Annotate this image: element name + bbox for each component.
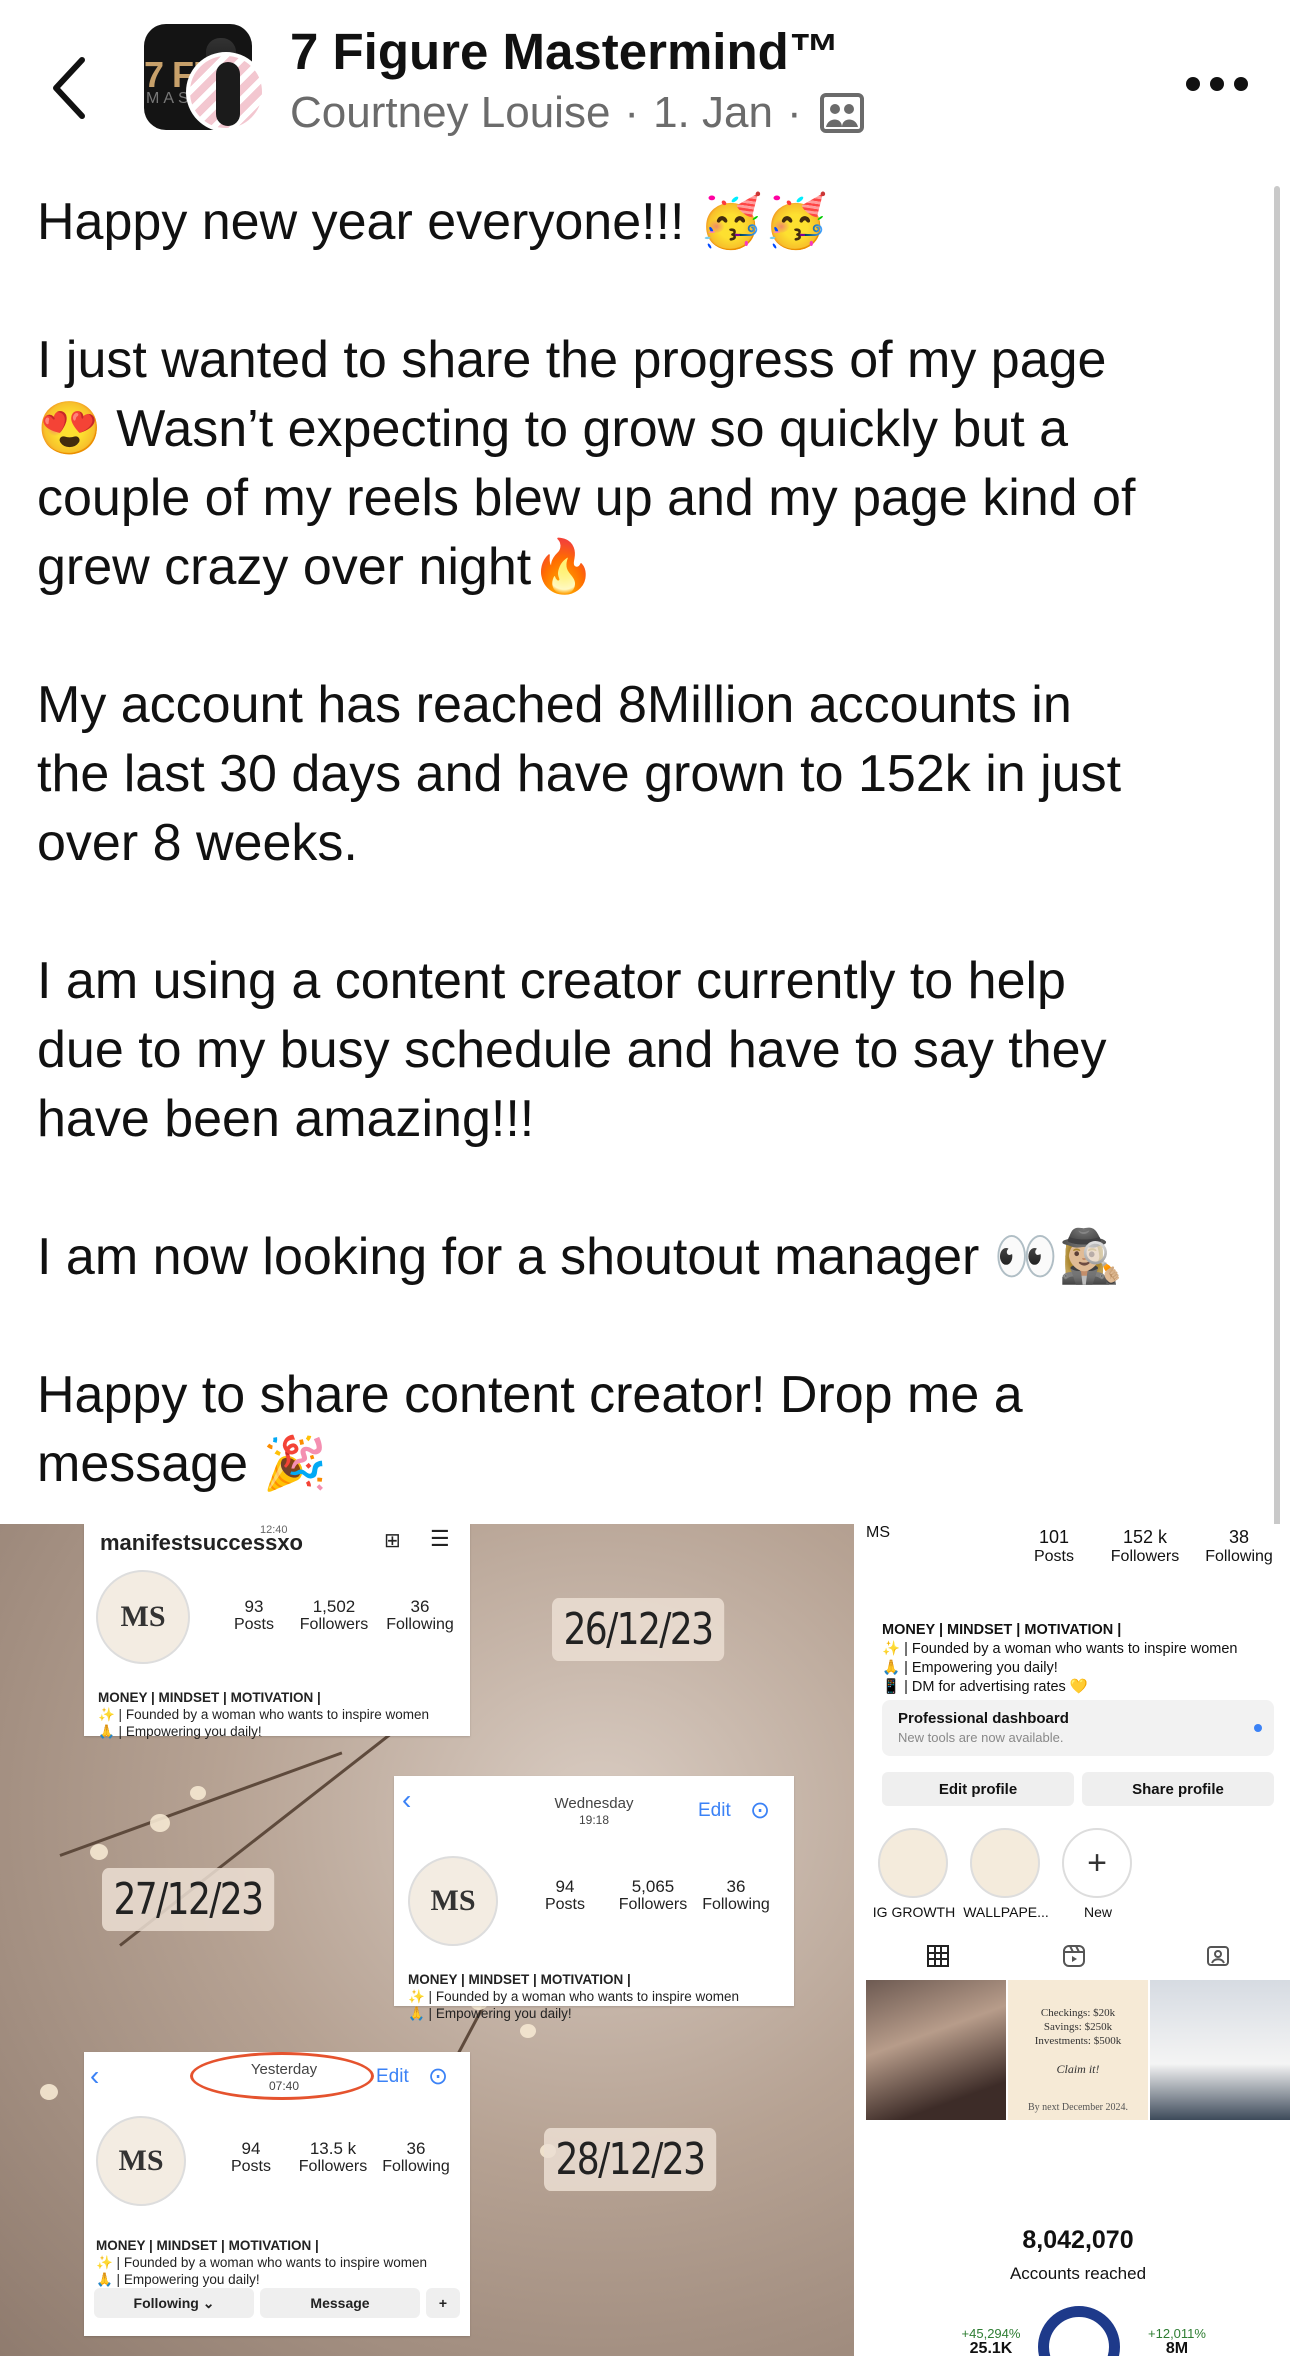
date-label: 27/12/23 xyxy=(102,1868,274,1931)
back-icon: ‹ xyxy=(90,2060,100,2091)
edit-link: Edit xyxy=(698,1800,731,1821)
reach-donut xyxy=(1038,2306,1120,2356)
date-label: 28/12/23 xyxy=(544,2128,716,2191)
tagged-tab-icon xyxy=(1207,1946,1229,1966)
screenshot-card-1: 12:40 manifestsuccessxo ⊞ ☰ MS 93 Posts 1… xyxy=(84,1524,470,1739)
professional-dashboard: Professional dashboard New tools are now… xyxy=(882,1700,1274,1756)
followers-value: 25.1K xyxy=(969,2340,1013,2356)
post-paragraph: Happy to share content creator! Drop me … xyxy=(37,1366,1023,1493)
edit-link: Edit xyxy=(376,2066,409,2087)
reels-tab-icon xyxy=(1063,1945,1085,1967)
meta-separator: · xyxy=(624,88,640,137)
post-date: 1. Jan xyxy=(653,88,773,137)
accounts-reached-value: 8,042,070 xyxy=(1022,2226,1134,2254)
notification-dot xyxy=(1254,1724,1262,1732)
meta-separator: · xyxy=(786,88,802,137)
post-paragraph: Happy new year everyone!!! 🥳🥳 xyxy=(37,193,829,251)
stat-following: 36 Following xyxy=(382,2139,450,2176)
stat-posts: 94 Posts xyxy=(544,1877,585,1914)
highlight-label: IG GROWTH xyxy=(872,1904,956,1920)
highlight-wallpapers xyxy=(970,1828,1040,1898)
followers-change: +45,294% xyxy=(961,2326,1021,2341)
author-avatar[interactable] xyxy=(186,52,266,132)
post-paragraph: I am now looking for a shoutout manager … xyxy=(37,1228,1124,1286)
dashboard-subtitle: New tools are now available. xyxy=(898,1730,1064,1745)
tile-text: Checkings: $20k Savings: $250k Investmen… xyxy=(1034,2007,1122,2047)
grid-post-tile xyxy=(866,1980,1006,2120)
growth-collage: 12:40 manifestsuccessxo ⊞ ☰ MS 93 Posts 1… xyxy=(0,1524,854,2356)
flower xyxy=(90,1844,108,1860)
author-name[interactable]: Courtney Louise xyxy=(290,88,610,138)
post-header: 7 FI MAST 7 Figure Mastermind™ Courtney … xyxy=(0,0,1290,170)
flower xyxy=(520,2024,536,2038)
flower xyxy=(40,2084,58,2100)
profile-username: manifestsuccessxo xyxy=(100,1530,303,1555)
more-circle-icon: ⊙ xyxy=(428,2063,449,2090)
profile-bio: MONEY | MINDSET | MOTIVATION | ✨ | Founde… xyxy=(98,1690,429,1739)
post-paragraph: I just wanted to share the progress of m… xyxy=(37,331,1136,596)
flower xyxy=(190,1786,206,1800)
post-paragraph: I am using a content creator currently t… xyxy=(37,952,1107,1148)
nonfollowers-change: +12,011% xyxy=(1148,2326,1206,2341)
post-image[interactable]: 12:40 manifestsuccessxo ⊞ ☰ MS 93 Posts 1… xyxy=(0,1524,1290,2356)
stat-following: 38 Following xyxy=(1205,1527,1273,1566)
add-person-icon: + xyxy=(426,2288,460,2318)
grid-tab-icon xyxy=(927,1945,949,1967)
accounts-reached-label: Accounts reached xyxy=(1009,2264,1147,2283)
stat-posts: 93 Posts xyxy=(233,1597,274,1634)
message-button: Message xyxy=(260,2288,420,2318)
more-options-icon[interactable] xyxy=(1186,64,1248,104)
profile-avatar: MS xyxy=(408,1856,498,1946)
stat-followers: 152 k Followers xyxy=(1110,1527,1180,1566)
nonfollowers-value: 8M xyxy=(1165,2340,1189,2356)
stat-following: 36 Following xyxy=(702,1877,770,1914)
screenshot-card-3: ‹ Yesterday 07:40 Edit ⊙ MS 94 Posts 13.5 … xyxy=(84,2052,470,2336)
post-body: Happy new year everyone!!! 🥳🥳 I just wan… xyxy=(37,188,1257,1568)
add-post-icon: ⊞ xyxy=(384,1530,401,1552)
menu-icon: ☰ xyxy=(430,1526,450,1551)
nav-date: Yesterday 07:40 xyxy=(250,2061,318,2094)
tile-footer: By next December 2024. xyxy=(1028,2102,1128,2113)
screenshot-card-2: ‹ Wednesday 19:18 Edit ⊙ MS 94 Posts 5,065… xyxy=(394,1776,794,2021)
post-meta: Courtney Louise · 1. Jan · xyxy=(290,88,866,138)
back-icon: ‹ xyxy=(402,1784,412,1815)
highlight-ig-growth xyxy=(878,1828,948,1898)
stat-posts: 101 Posts xyxy=(1033,1527,1074,1566)
profile-avatar: MS xyxy=(96,1570,190,1664)
date-label: 26/12/23 xyxy=(552,1598,724,1661)
back-chevron-icon[interactable] xyxy=(42,48,102,128)
nav-date: Wednesday 19:18 xyxy=(554,1795,634,1828)
group-audience-icon xyxy=(819,93,864,133)
following-button: Following ⌄ xyxy=(94,2288,254,2318)
stat-followers: 1,502 Followers xyxy=(299,1597,369,1634)
flower xyxy=(150,1814,170,1832)
edit-profile-button: Edit profile xyxy=(882,1772,1074,1806)
stat-posts: 94 Posts xyxy=(230,2139,271,2176)
group-title[interactable]: 7 Figure Mastermind™ xyxy=(290,22,840,81)
grid-post-tile xyxy=(1150,1980,1290,2120)
stat-followers: 5,065 Followers xyxy=(618,1877,688,1914)
new-highlight-plus-icon: + xyxy=(1062,1828,1132,1898)
highlight-label: New xyxy=(1083,1904,1112,1920)
profile-bio: MONEY | MINDSET | MOTIVATION | ✨ | Founde… xyxy=(408,1972,739,2021)
grid-post-tile: Checkings: $20k Savings: $250k Investmen… xyxy=(1008,1980,1148,2120)
highlight-label: WALLPAPE... xyxy=(963,1904,1049,1920)
profile-avatar: MS xyxy=(96,2116,186,2206)
tile-claim: Claim it! xyxy=(1056,2062,1100,2076)
share-profile-button: Share profile xyxy=(1082,1772,1274,1806)
profile-bio: MONEY | MINDSET | MOTIVATION | ✨ | Founde… xyxy=(96,2238,427,2287)
stat-following: 36 Following xyxy=(386,1597,454,1634)
post-paragraph: My account has reached 8Million accounts… xyxy=(37,676,1122,872)
profile-bio: MONEY | MINDSET | MOTIVATION | ✨ | Founde… xyxy=(882,1622,1238,1695)
stat-followers: 13.5 k Followers xyxy=(298,2139,368,2176)
dashboard-title: Professional dashboard xyxy=(898,1710,1069,1727)
more-circle-icon: ⊙ xyxy=(750,1797,771,1824)
profile-screenshot: MS 101 Posts 152 k Followers 38 Following M… xyxy=(866,1524,1290,2356)
